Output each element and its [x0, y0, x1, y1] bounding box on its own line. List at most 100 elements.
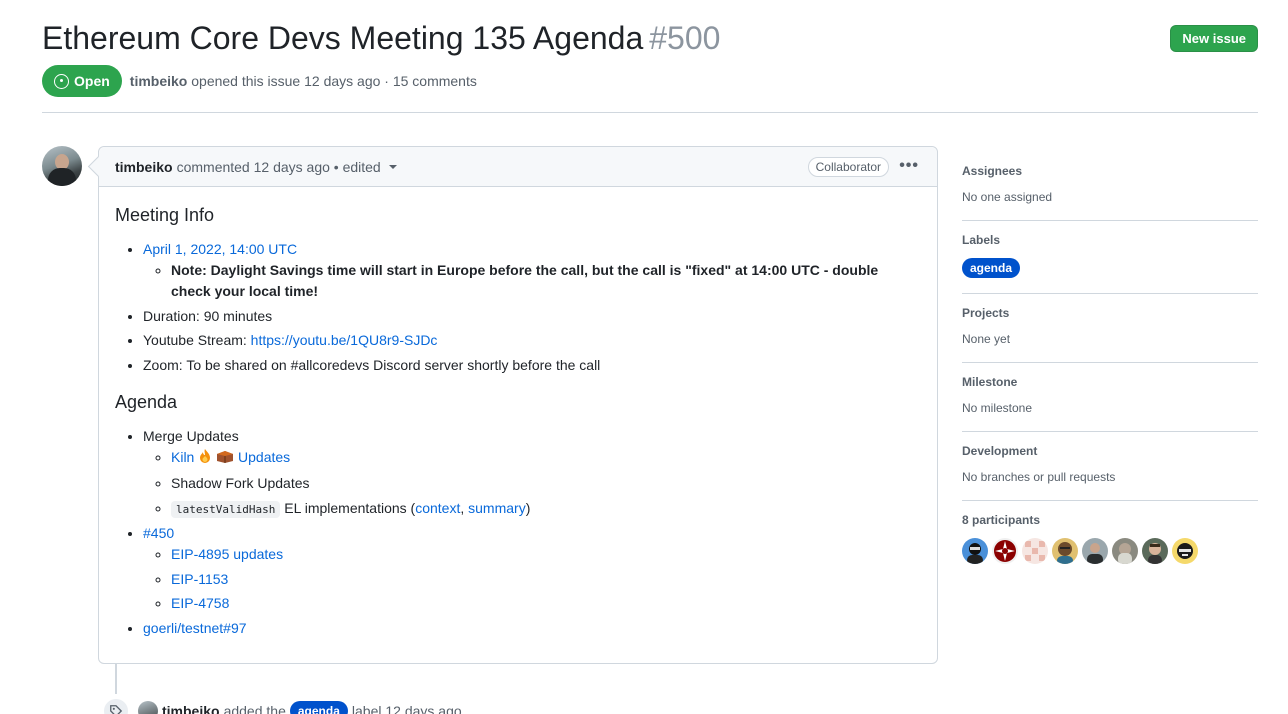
- eip-1153-link[interactable]: EIP-1153: [171, 571, 228, 587]
- meeting-info-heading: Meeting Info: [115, 205, 215, 225]
- issue-450-link[interactable]: #450: [143, 525, 174, 541]
- list-item: Shadow Fork Updates: [171, 473, 921, 494]
- comment-header: timbeiko commented 12 days ago • edited …: [99, 147, 937, 187]
- collaborator-badge: Collaborator: [807, 157, 889, 177]
- issue-meta-text: timbeiko opened this issue 12 days ago ·…: [130, 73, 477, 89]
- agenda-heading: Agenda: [115, 391, 178, 412]
- milestone-section: Milestone No milestone: [962, 363, 1258, 432]
- issue-open-icon: [54, 73, 69, 89]
- goerli-testnet-link[interactable]: goerli/testnet#97: [143, 620, 247, 636]
- stream-prefix: Youtube Stream:: [143, 332, 251, 348]
- kiln-link[interactable]: Kiln: [171, 449, 194, 465]
- meeting-date-link[interactable]: April 1, 2022, 14:00 UTC: [143, 241, 297, 257]
- list-item: Kiln Updates: [171, 447, 921, 470]
- new-issue-button[interactable]: New issue: [1170, 25, 1258, 52]
- header-divider: [42, 112, 1258, 113]
- issue-title: Ethereum Core Devs Meeting 135 Agenda #50…: [42, 18, 1258, 58]
- event-author-avatar[interactable]: [138, 701, 158, 714]
- participant-avatar[interactable]: [962, 538, 988, 564]
- projects-section: Projects None yet: [962, 294, 1258, 363]
- assignees-value: No one assigned: [962, 190, 1053, 204]
- milestone-value: No milestone: [962, 401, 1033, 415]
- issue-450-sublist: EIP-4895 updates EIP-1153 EIP-4758: [143, 544, 921, 614]
- issue-author-link[interactable]: timbeiko: [130, 73, 188, 89]
- eip-4758-link[interactable]: EIP-4758: [171, 595, 229, 611]
- participant-avatar[interactable]: [992, 538, 1018, 564]
- comment-body: Meeting Info April 1, 2022, 14:00 UTC No…: [99, 187, 937, 639]
- list-item: April 1, 2022, 14:00 UTC Note: Daylight …: [143, 239, 921, 302]
- list-item: #450 EIP-4895 updates EIP-1153 EIP-4758: [143, 523, 921, 614]
- issue-meta: Open timbeiko opened this issue 12 days …: [42, 65, 477, 97]
- participants-heading: 8 participants: [962, 513, 1041, 527]
- avatar-body: [48, 168, 76, 186]
- list-item: Merge Updates Kiln Updates Shadow Fork U…: [143, 426, 921, 520]
- state-label: Open: [74, 73, 110, 89]
- state-badge: Open: [42, 65, 122, 97]
- comment-author-link[interactable]: timbeiko: [115, 159, 173, 175]
- shadow-fork-text: Shadow Fork Updates: [171, 475, 310, 491]
- merge-updates-text: Merge Updates: [143, 427, 239, 444]
- labels-heading[interactable]: Labels: [962, 232, 1258, 248]
- participant-avatar[interactable]: [1142, 538, 1168, 564]
- participant-avatar[interactable]: [1022, 538, 1048, 564]
- bricks-icon: [216, 449, 234, 470]
- list-item: EIP-1153: [171, 569, 921, 590]
- event-text-before: added the: [223, 703, 286, 714]
- timeline-line: [115, 664, 117, 694]
- context-link[interactable]: context: [415, 500, 460, 516]
- lvh-close: ): [525, 499, 531, 516]
- participant-avatar[interactable]: [1172, 538, 1198, 564]
- issue-number: #500: [649, 20, 721, 56]
- development-heading[interactable]: Development: [962, 443, 1258, 459]
- dst-note: Note: Daylight Savings time will start i…: [171, 262, 879, 299]
- participant-avatar[interactable]: [1052, 538, 1078, 564]
- list-item: EIP-4895 updates: [171, 544, 921, 565]
- event-label-pill[interactable]: agenda: [289, 701, 348, 714]
- assignees-heading[interactable]: Assignees: [962, 163, 1258, 179]
- agenda-list: Merge Updates Kiln Updates Shadow Fork U…: [115, 426, 921, 639]
- lvh-comma: ,: [460, 499, 469, 516]
- development-section: Development No branches or pull requests: [962, 432, 1258, 501]
- issue-title-text: Ethereum Core Devs Meeting 135 Agenda: [42, 20, 644, 56]
- list-item: latestValidHash EL implementations (cont…: [171, 498, 921, 520]
- comment-meta[interactable]: commented 12 days ago • edited: [177, 159, 381, 175]
- projects-heading[interactable]: Projects: [962, 305, 1258, 321]
- participants-list: [962, 538, 1258, 564]
- zoom-text: Zoom: To be shared on #allcoredevs Disco…: [143, 356, 601, 373]
- issue-meta-suffix: opened this issue 12 days ago · 15 comme…: [191, 73, 477, 89]
- list-item: EIP-4758: [171, 593, 921, 614]
- projects-value: None yet: [962, 332, 1011, 346]
- lvh-text: EL implementations (: [280, 499, 416, 516]
- duration-text: Duration: 90 minutes: [143, 307, 273, 324]
- meeting-info-list: April 1, 2022, 14:00 UTC Note: Daylight …: [115, 239, 921, 376]
- more-options-icon[interactable]: •••: [899, 157, 919, 175]
- agenda-label[interactable]: agenda: [962, 258, 1021, 278]
- list-item: Zoom: To be shared on #allcoredevs Disco…: [143, 355, 921, 376]
- milestone-heading[interactable]: Milestone: [962, 374, 1258, 390]
- participants-section: 8 participants: [962, 501, 1258, 579]
- meeting-date-sublist: Note: Daylight Savings time will start i…: [143, 260, 921, 302]
- list-item: Note: Daylight Savings time will start i…: [171, 260, 921, 302]
- assignees-section: Assignees No one assigned: [962, 152, 1258, 221]
- development-value: No branches or pull requests: [962, 470, 1116, 484]
- summary-link[interactable]: summary: [468, 500, 526, 516]
- participant-avatar[interactable]: [1082, 538, 1108, 564]
- chevron-down-icon[interactable]: [388, 164, 397, 169]
- list-item: Duration: 90 minutes: [143, 306, 921, 327]
- labels-section: Labels agenda: [962, 221, 1258, 294]
- list-item: Youtube Stream: https://youtu.be/1QU8r9-…: [143, 330, 921, 351]
- timeline-event: timbeiko added the agenda label 12 days …: [102, 697, 462, 714]
- event-text-after: label 12 days ago: [351, 703, 462, 714]
- youtube-stream-link[interactable]: https://youtu.be/1QU8r9-SJDc: [251, 332, 438, 348]
- participant-avatar[interactable]: [1112, 538, 1138, 564]
- issue-header: Ethereum Core Devs Meeting 135 Agenda #50…: [42, 18, 1258, 62]
- fire-icon: [198, 448, 212, 470]
- list-item: goerli/testnet#97: [143, 618, 921, 639]
- latest-valid-hash-code: latestValidHash: [171, 500, 281, 518]
- event-author-link[interactable]: timbeiko: [162, 703, 220, 714]
- kiln-updates-link[interactable]: Updates: [238, 449, 290, 465]
- issue-sidebar: Assignees No one assigned Labels agenda …: [962, 152, 1258, 579]
- tag-icon: [102, 697, 130, 714]
- eip-4895-link[interactable]: EIP-4895 updates: [171, 546, 283, 562]
- comment-author-avatar[interactable]: [42, 146, 82, 186]
